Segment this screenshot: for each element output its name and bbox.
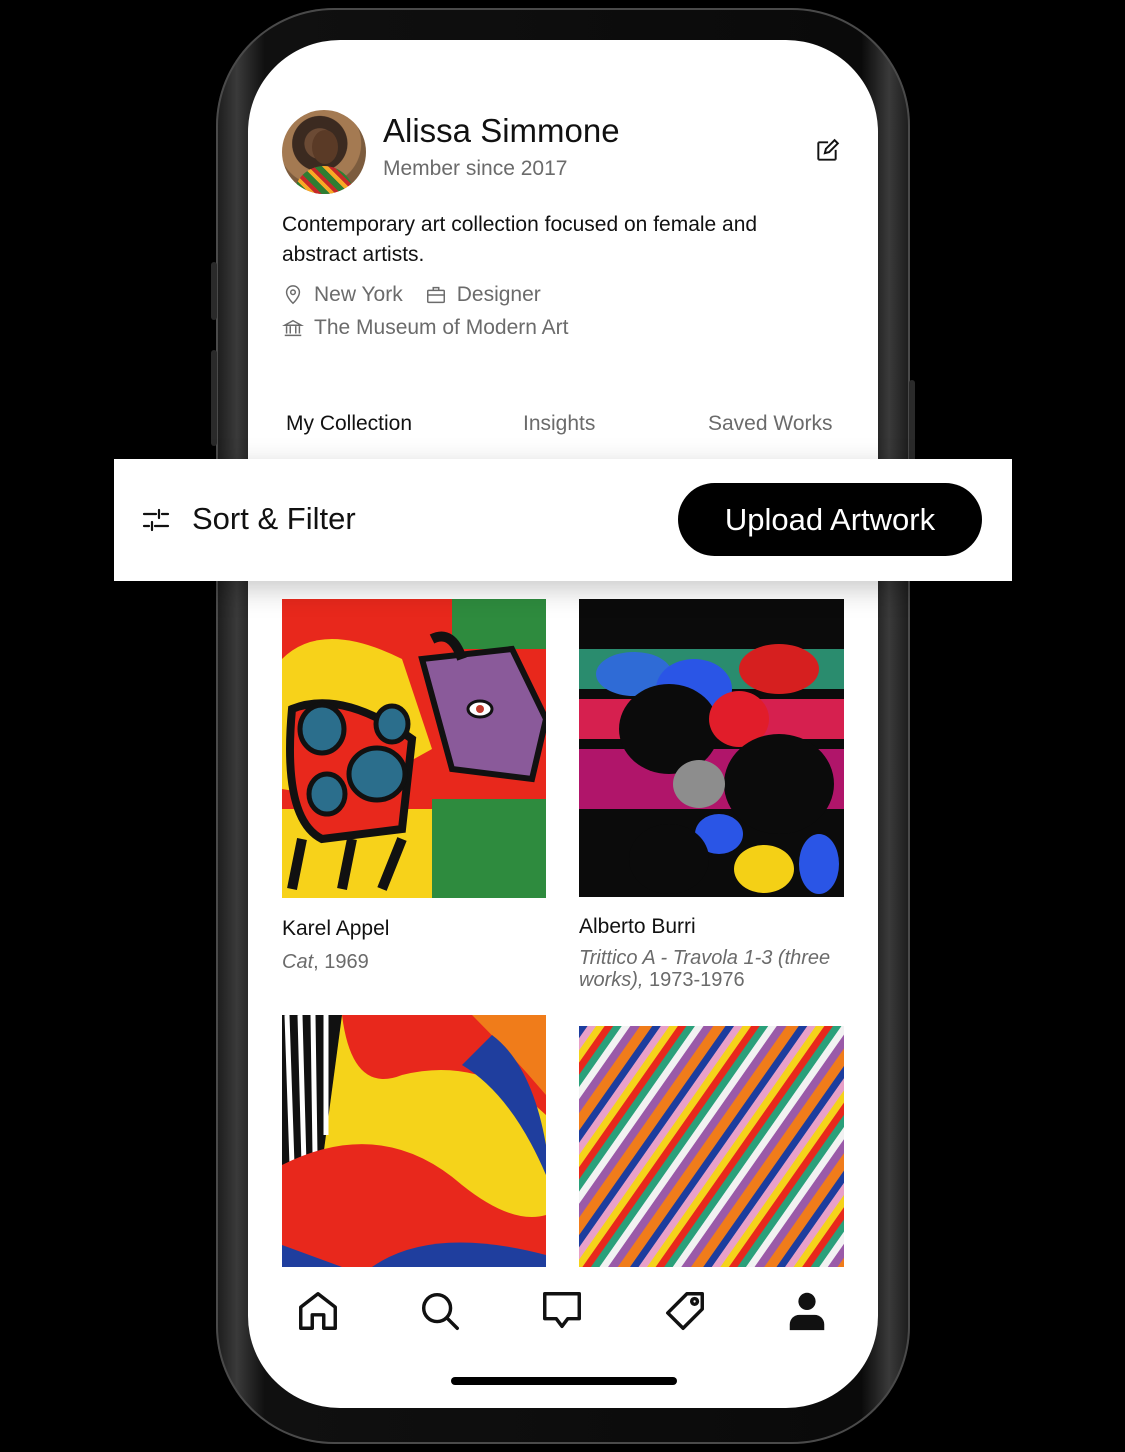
artwork-artist-2: Alberto Burri (579, 915, 696, 938)
profile-name: Alissa Simmone (383, 112, 620, 149)
location-text: New York (314, 283, 403, 306)
tab-insights[interactable]: Insights (523, 412, 595, 436)
volume-up-button (211, 350, 217, 446)
location-pin-icon (285, 285, 301, 305)
artwork-image-3[interactable] (282, 1015, 546, 1267)
briefcase-icon (426, 286, 445, 304)
occupation-text: Designer (456, 283, 541, 306)
avatar-shirt (294, 166, 354, 194)
sliders-icon[interactable] (142, 507, 170, 533)
app-screen: Alissa Simmone Member since 2017 Contemp… (248, 40, 878, 1408)
artwork-image-trittico[interactable] (579, 599, 844, 897)
meta-row-2: The Museum of Modern Art (282, 316, 568, 340)
avatar-face (312, 130, 338, 164)
sort-filter-button[interactable]: Sort & Filter (192, 501, 356, 537)
side-button (211, 262, 217, 320)
edit-icon[interactable] (814, 138, 840, 164)
tab-saved-works[interactable]: Saved Works (708, 412, 833, 436)
messages-icon[interactable] (539, 1288, 585, 1334)
sort-filter-bar: Sort & Filter Upload Artwork (114, 459, 1012, 581)
upload-artwork-button[interactable]: Upload Artwork (678, 483, 982, 556)
tag-icon[interactable] (662, 1288, 708, 1334)
home-indicator[interactable] (451, 1377, 677, 1385)
avatar[interactable] (282, 110, 366, 194)
tab-my-collection[interactable]: My Collection (286, 412, 412, 436)
institution-text: The Museum of Modern Art (314, 316, 569, 339)
artwork-image-4[interactable] (579, 1026, 844, 1267)
artwork-artist-1: Karel Appel (282, 917, 390, 940)
profile-bio: Contemporary art collection focused on f… (282, 213, 758, 266)
search-icon[interactable] (417, 1288, 463, 1334)
meta-row-1: New York Designer (282, 283, 541, 307)
artwork-title-1: Cat, 1969 (282, 951, 369, 973)
museum-icon (282, 319, 304, 337)
profile-icon[interactable] (784, 1288, 830, 1334)
artwork-image-cat[interactable] (282, 599, 546, 898)
artwork-title-2: Trittico A - Travola 1-3 (three works), … (579, 947, 831, 991)
home-icon[interactable] (295, 1288, 341, 1334)
member-since: Member since 2017 (383, 157, 568, 180)
